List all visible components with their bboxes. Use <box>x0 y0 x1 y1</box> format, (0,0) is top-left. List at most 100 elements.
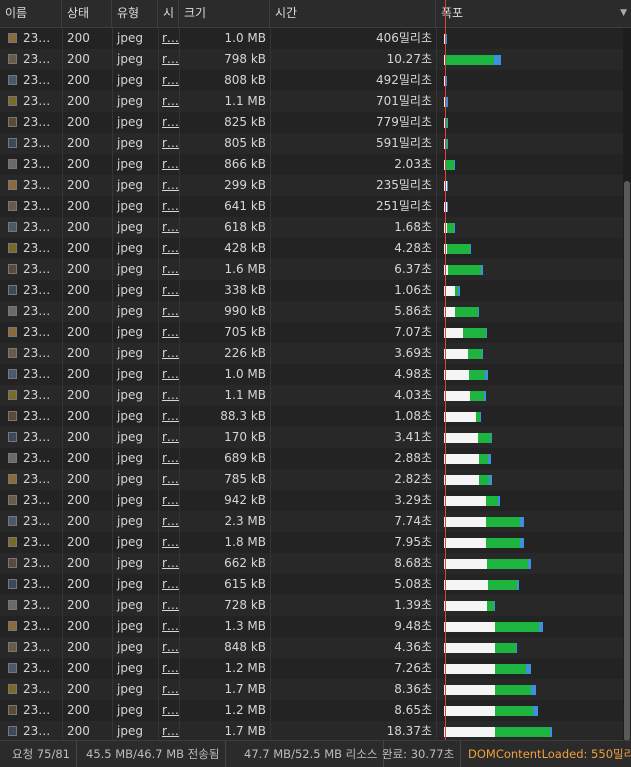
request-initiator-link[interactable]: r… <box>158 616 179 637</box>
initiator-link-text[interactable]: r… <box>162 220 179 234</box>
initiator-link-text[interactable]: r… <box>162 115 179 129</box>
table-row[interactable]: 23… 200 jpeg r… 805 kB 591밀리초 <box>0 133 623 154</box>
request-initiator-link[interactable]: r… <box>158 469 179 490</box>
request-initiator-link[interactable]: r… <box>158 595 179 616</box>
request-initiator-link[interactable]: r… <box>158 721 179 740</box>
table-row[interactable]: 23… 200 jpeg r… 1.2 MB 8.65초 <box>0 700 623 721</box>
request-name[interactable]: 23… <box>0 154 62 175</box>
column-header-type[interactable]: 유형 <box>112 0 158 27</box>
request-initiator-link[interactable]: r… <box>158 490 179 511</box>
table-row[interactable]: 23… 200 jpeg r… 1.2 MB 7.26초 <box>0 658 623 679</box>
table-row[interactable]: 23… 200 jpeg r… 705 kB 7.07초 <box>0 322 623 343</box>
scrollbar-thumb[interactable] <box>624 181 630 741</box>
initiator-link-text[interactable]: r… <box>162 367 179 381</box>
table-row[interactable]: 23… 200 jpeg r… 1.6 MB 6.37초 <box>0 259 623 280</box>
initiator-link-text[interactable]: r… <box>162 136 179 150</box>
request-name[interactable]: 23… <box>0 301 62 322</box>
table-row[interactable]: 23… 200 jpeg r… 825 kB 779밀리초 <box>0 112 623 133</box>
request-name[interactable]: 23… <box>0 427 62 448</box>
request-initiator-link[interactable]: r… <box>158 259 179 280</box>
request-initiator-link[interactable]: r… <box>158 427 179 448</box>
initiator-link-text[interactable]: r… <box>162 556 179 570</box>
initiator-link-text[interactable]: r… <box>162 682 179 696</box>
initiator-link-text[interactable]: r… <box>162 619 179 633</box>
request-initiator-link[interactable]: r… <box>158 511 179 532</box>
table-row[interactable]: 23… 200 jpeg r… 88.3 kB 1.08초 <box>0 406 623 427</box>
request-name[interactable]: 23… <box>0 217 62 238</box>
request-name[interactable]: 23… <box>0 49 62 70</box>
request-name[interactable]: 23… <box>0 637 62 658</box>
table-row[interactable]: 23… 200 jpeg r… 662 kB 8.68초 <box>0 553 623 574</box>
table-row[interactable]: 23… 200 jpeg r… 848 kB 4.36초 <box>0 637 623 658</box>
column-header-waterfall[interactable]: 폭포 ▼ <box>436 0 631 27</box>
initiator-link-text[interactable]: r… <box>162 598 179 612</box>
request-initiator-link[interactable]: r… <box>158 133 179 154</box>
initiator-link-text[interactable]: r… <box>162 304 179 318</box>
table-row[interactable]: 23… 200 jpeg r… 1.7 MB 8.36초 <box>0 679 623 700</box>
request-initiator-link[interactable]: r… <box>158 385 179 406</box>
table-row[interactable]: 23… 200 jpeg r… 689 kB 2.88초 <box>0 448 623 469</box>
request-name[interactable]: 23… <box>0 364 62 385</box>
initiator-link-text[interactable]: r… <box>162 493 179 507</box>
table-row[interactable]: 23… 200 jpeg r… 1.1 MB 4.03초 <box>0 385 623 406</box>
request-name[interactable]: 23… <box>0 490 62 511</box>
request-name[interactable]: 23… <box>0 658 62 679</box>
initiator-link-text[interactable]: r… <box>162 178 179 192</box>
table-row[interactable]: 23… 200 jpeg r… 618 kB 1.68초 <box>0 217 623 238</box>
initiator-link-text[interactable]: r… <box>162 325 179 339</box>
request-initiator-link[interactable]: r… <box>158 658 179 679</box>
initiator-link-text[interactable]: r… <box>162 31 179 45</box>
request-initiator-link[interactable]: r… <box>158 49 179 70</box>
initiator-link-text[interactable]: r… <box>162 577 179 591</box>
initiator-link-text[interactable]: r… <box>162 52 179 66</box>
request-name[interactable]: 23… <box>0 175 62 196</box>
request-name[interactable]: 23… <box>0 385 62 406</box>
initiator-link-text[interactable]: r… <box>162 241 179 255</box>
request-initiator-link[interactable]: r… <box>158 364 179 385</box>
request-name[interactable]: 23… <box>0 469 62 490</box>
request-name[interactable]: 23… <box>0 91 62 112</box>
table-row[interactable]: 23… 200 jpeg r… 226 kB 3.69초 <box>0 343 623 364</box>
column-header-time[interactable]: 시간 <box>270 0 436 27</box>
request-name[interactable]: 23… <box>0 595 62 616</box>
request-name[interactable]: 23… <box>0 616 62 637</box>
column-header-name[interactable]: 이름 <box>0 0 62 27</box>
table-row[interactable]: 23… 200 jpeg r… 428 kB 4.28초 <box>0 238 623 259</box>
table-row[interactable]: 23… 200 jpeg r… 1.1 MB 701밀리초 <box>0 91 623 112</box>
initiator-link-text[interactable]: r… <box>162 409 179 423</box>
request-initiator-link[interactable]: r… <box>158 301 179 322</box>
table-row[interactable]: 23… 200 jpeg r… 990 kB 5.86초 <box>0 301 623 322</box>
request-name[interactable]: 23… <box>0 721 62 740</box>
table-row[interactable]: 23… 200 jpeg r… 798 kB 10.27초 <box>0 49 623 70</box>
column-header-size[interactable]: 크기 <box>179 0 270 27</box>
request-name[interactable]: 23… <box>0 343 62 364</box>
vertical-scrollbar[interactable] <box>623 28 631 741</box>
request-initiator-link[interactable]: r… <box>158 238 179 259</box>
request-name[interactable]: 23… <box>0 448 62 469</box>
request-name[interactable]: 23… <box>0 196 62 217</box>
request-initiator-link[interactable]: r… <box>158 532 179 553</box>
initiator-link-text[interactable]: r… <box>162 451 179 465</box>
request-initiator-link[interactable]: r… <box>158 448 179 469</box>
table-row[interactable]: 23… 200 jpeg r… 866 kB 2.03초 <box>0 154 623 175</box>
table-row[interactable]: 23… 200 jpeg r… 1.0 MB 406밀리초 <box>0 28 623 49</box>
table-row[interactable]: 23… 200 jpeg r… 1.7 MB 18.37초 <box>0 721 623 740</box>
table-row[interactable]: 23… 200 jpeg r… 808 kB 492밀리초 <box>0 70 623 91</box>
initiator-link-text[interactable]: r… <box>162 661 179 675</box>
request-name[interactable]: 23… <box>0 406 62 427</box>
request-name[interactable]: 23… <box>0 280 62 301</box>
request-name[interactable]: 23… <box>0 133 62 154</box>
request-initiator-link[interactable]: r… <box>158 343 179 364</box>
initiator-link-text[interactable]: r… <box>162 430 179 444</box>
table-row[interactable]: 23… 200 jpeg r… 1.0 MB 4.98초 <box>0 364 623 385</box>
initiator-link-text[interactable]: r… <box>162 73 179 87</box>
initiator-link-text[interactable]: r… <box>162 199 179 213</box>
table-row[interactable]: 23… 200 jpeg r… 170 kB 3.41초 <box>0 427 623 448</box>
request-name[interactable]: 23… <box>0 574 62 595</box>
request-initiator-link[interactable]: r… <box>158 70 179 91</box>
request-name[interactable]: 23… <box>0 112 62 133</box>
initiator-link-text[interactable]: r… <box>162 388 179 402</box>
initiator-link-text[interactable]: r… <box>162 514 179 528</box>
request-initiator-link[interactable]: r… <box>158 553 179 574</box>
initiator-link-text[interactable]: r… <box>162 346 179 360</box>
